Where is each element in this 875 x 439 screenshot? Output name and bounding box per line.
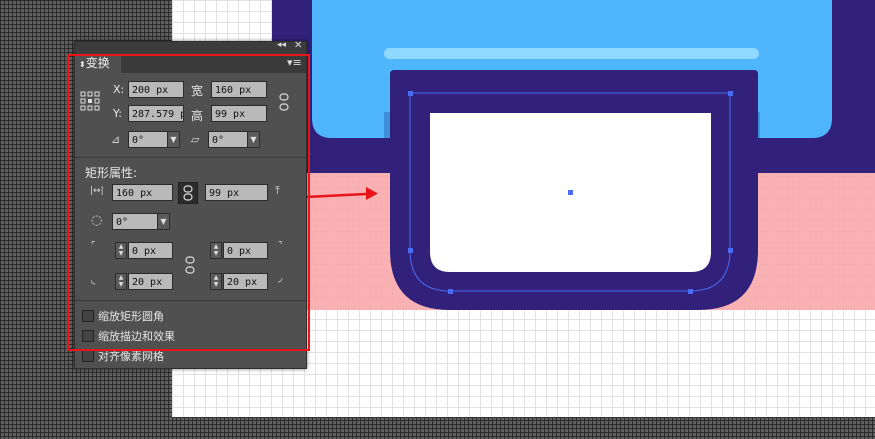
anchor-point bbox=[728, 248, 733, 253]
anchor-point bbox=[448, 289, 453, 294]
panel-title-bar[interactable]: ◂◂ ✕ bbox=[75, 40, 306, 54]
anchor-point bbox=[408, 91, 413, 96]
anchor-point bbox=[728, 91, 733, 96]
anchor-point bbox=[688, 289, 693, 294]
light-stripe bbox=[384, 48, 759, 59]
align-pixel-grid-checkbox[interactable] bbox=[82, 350, 94, 362]
close-icon[interactable]: ✕ bbox=[294, 40, 302, 51]
anchor-point bbox=[408, 248, 413, 253]
highlight-box bbox=[67, 54, 310, 351]
annotation-arrow bbox=[305, 187, 378, 200]
center-point bbox=[568, 190, 573, 195]
double-chevron-left-icon[interactable]: ◂◂ bbox=[277, 40, 286, 50]
